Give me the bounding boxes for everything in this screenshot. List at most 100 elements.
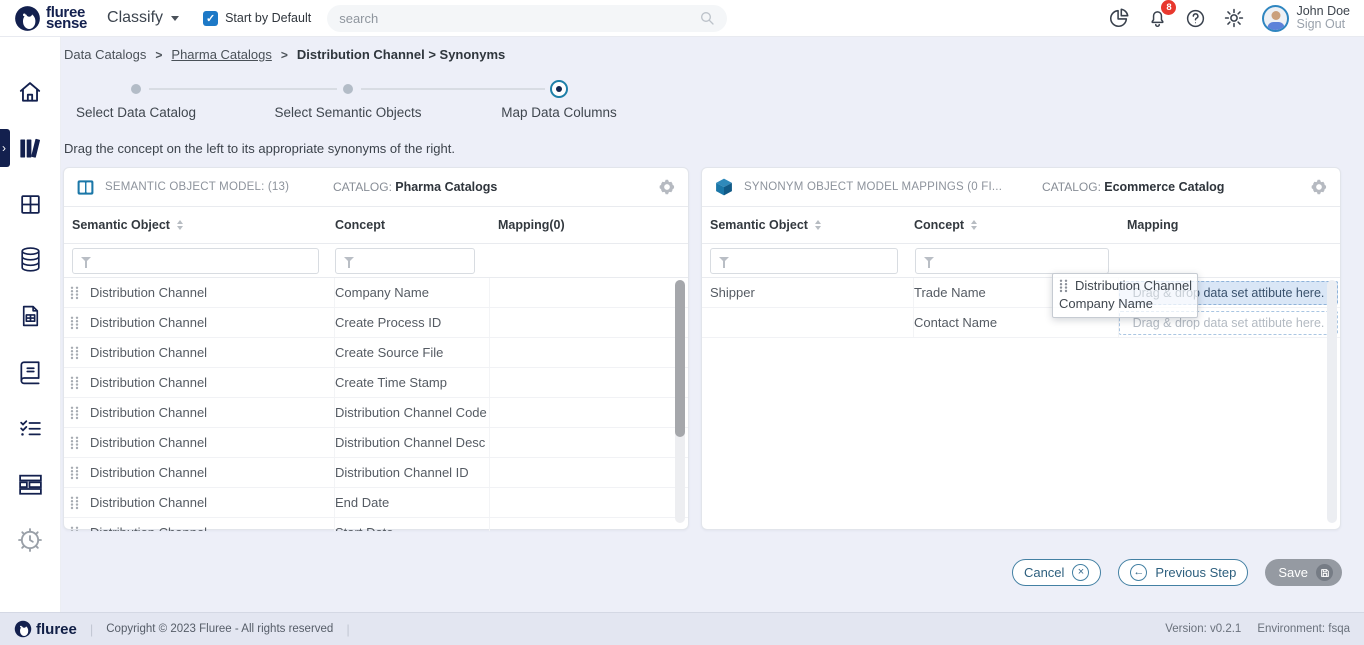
start-by-default-label: Start by Default: [225, 11, 311, 25]
drag-handle-icon[interactable]: [70, 338, 90, 367]
top-navbar: fluree sense Classify ✓ Start by Default…: [0, 0, 1364, 37]
semantic-object-cell: [710, 308, 914, 337]
mapping-cell: [490, 458, 688, 487]
grid-icon: [18, 192, 43, 217]
sidebar-item-data-catalogs[interactable]: ›: [0, 120, 60, 176]
column-header-mapping: Mapping(0): [490, 218, 688, 232]
search-bar: [327, 5, 727, 32]
table-row[interactable]: Distribution ChannelCreate Process ID: [64, 308, 688, 338]
step-dot-select-semantic-objects[interactable]: [343, 84, 353, 94]
spreadsheet-file-icon: [18, 303, 43, 329]
column-header-semantic-object: Semantic Object: [710, 218, 914, 232]
sort-icon[interactable]: [815, 220, 821, 230]
table-row[interactable]: Distribution ChannelEnd Date: [64, 488, 688, 518]
sidebar-item-grid[interactable]: [0, 176, 60, 232]
sort-icon[interactable]: [177, 220, 183, 230]
table-row[interactable]: Distribution ChannelDistribution Channel…: [64, 428, 688, 458]
book-icon: [17, 359, 43, 385]
scrollbar-thumb[interactable]: [675, 280, 685, 437]
drag-ghost-concept: Company Name: [1059, 296, 1189, 311]
fluree-sense-logo[interactable]: fluree sense: [14, 5, 87, 32]
drag-handle-icon[interactable]: [70, 368, 90, 397]
sidebar-item-tasks[interactable]: [0, 400, 60, 456]
column-header-mapping: Mapping: [1119, 218, 1340, 232]
drag-handle-icon[interactable]: [70, 308, 90, 337]
mapping-cell: [490, 488, 688, 517]
close-icon: ×: [1072, 564, 1089, 581]
cancel-button[interactable]: Cancel ×: [1012, 559, 1101, 586]
concept-filter-input[interactable]: [915, 248, 1109, 274]
sidebar-item-database[interactable]: [0, 232, 60, 288]
panel-gear-icon[interactable]: [658, 178, 676, 196]
right-panel-catalog: CATALOG: Ecommerce Catalog: [1042, 180, 1224, 194]
drag-handle-icon[interactable]: [70, 518, 90, 531]
step-dot-map-data-columns-active[interactable]: [550, 80, 568, 98]
left-table-header: Semantic Object Concept Mapping(0): [64, 207, 688, 244]
help-icon[interactable]: [1185, 8, 1206, 29]
sidebar: ›: [0, 37, 61, 612]
save-button[interactable]: Save: [1265, 559, 1342, 586]
left-table-body: Distribution ChannelCompany Name Distrib…: [64, 278, 688, 531]
sidebar-item-spreadsheets[interactable]: [0, 288, 60, 344]
panel-gear-icon[interactable]: [1310, 178, 1328, 196]
right-table-header: Semantic Object Concept Mapping: [702, 207, 1340, 244]
sidebar-item-home[interactable]: [0, 64, 60, 120]
previous-step-button[interactable]: ← Previous Step: [1118, 559, 1248, 586]
gear-clock-icon: [16, 526, 44, 554]
arrow-left-icon: ←: [1130, 564, 1147, 581]
stepper-connector: [149, 88, 337, 90]
classify-menu[interactable]: Classify: [107, 9, 179, 27]
start-by-default-checkbox[interactable]: ✓: [203, 11, 218, 26]
navbar-right: 8 John Doe Sign Out: [1108, 5, 1350, 32]
sort-icon[interactable]: [971, 220, 977, 230]
drag-handle-icon[interactable]: [70, 278, 90, 307]
table-row[interactable]: Distribution ChannelDistribution Channel…: [64, 398, 688, 428]
table-row[interactable]: Distribution ChannelDistribution Channel…: [64, 458, 688, 488]
footer-brand-text: fluree: [36, 621, 77, 638]
semantic-object-cell: Distribution Channel: [90, 338, 335, 367]
drag-handle-icon[interactable]: [70, 458, 90, 487]
scrollbar-track[interactable]: [675, 280, 685, 523]
table-row[interactable]: Distribution ChannelCreate Source File: [64, 338, 688, 368]
concept-filter-input[interactable]: [335, 248, 475, 274]
pie-chart-icon[interactable]: [1108, 7, 1130, 29]
left-panel-catalog: CATALOG: Pharma Catalogs: [333, 180, 497, 194]
table-row[interactable]: Distribution ChannelCompany Name: [64, 278, 688, 308]
gear-icon[interactable]: [1223, 7, 1245, 29]
table-row[interactable]: Distribution ChannelCreate Time Stamp: [64, 368, 688, 398]
drag-handle-icon[interactable]: [70, 428, 90, 457]
search-input[interactable]: [339, 11, 699, 26]
table-row[interactable]: Distribution ChannelStart Date: [64, 518, 688, 531]
sidebar-item-settings[interactable]: [0, 512, 60, 568]
semantic-object-filter-input[interactable]: [710, 248, 898, 274]
breadcrumb-data-catalogs[interactable]: Data Catalogs: [64, 47, 146, 62]
semantic-object-filter-input[interactable]: [72, 248, 319, 274]
semantic-object-cell: Shipper: [710, 278, 914, 307]
home-icon: [17, 79, 43, 105]
database-icon: [18, 246, 43, 274]
notification-badge: 8: [1161, 0, 1176, 15]
catalog-label: CATALOG:: [1042, 180, 1101, 194]
concept-cell: Distribution Channel Desc: [335, 428, 490, 457]
breadcrumb-pharma-catalogs[interactable]: Pharma Catalogs: [171, 47, 271, 62]
semantic-object-cell: Distribution Channel: [90, 368, 335, 397]
step-dot-select-data-catalog[interactable]: [131, 84, 141, 94]
drag-handle-icon[interactable]: [70, 398, 90, 427]
left-filter-row: [64, 244, 688, 278]
footer-logo[interactable]: fluree: [14, 620, 77, 638]
catalog-label: CATALOG:: [333, 180, 392, 194]
user-menu[interactable]: John Doe Sign Out: [1262, 5, 1350, 32]
cube-icon: [714, 177, 734, 197]
classify-menu-label: Classify: [107, 9, 163, 27]
sign-out-link[interactable]: Sign Out: [1296, 17, 1345, 31]
start-by-default-group: ✓ Start by Default: [203, 11, 311, 26]
sidebar-item-glossary[interactable]: [0, 344, 60, 400]
breadcrumb-separator-icon: >: [155, 48, 162, 62]
scrollbar-track[interactable]: [1327, 280, 1337, 523]
footer: fluree | Copyright © 2023 Fluree - All r…: [0, 612, 1364, 645]
mapping-cell: [490, 368, 688, 397]
drag-handle-icon[interactable]: [70, 488, 90, 517]
filter-funnel-icon: [924, 257, 934, 262]
bell-icon[interactable]: 8: [1147, 7, 1168, 29]
sidebar-item-layouts[interactable]: [0, 456, 60, 512]
